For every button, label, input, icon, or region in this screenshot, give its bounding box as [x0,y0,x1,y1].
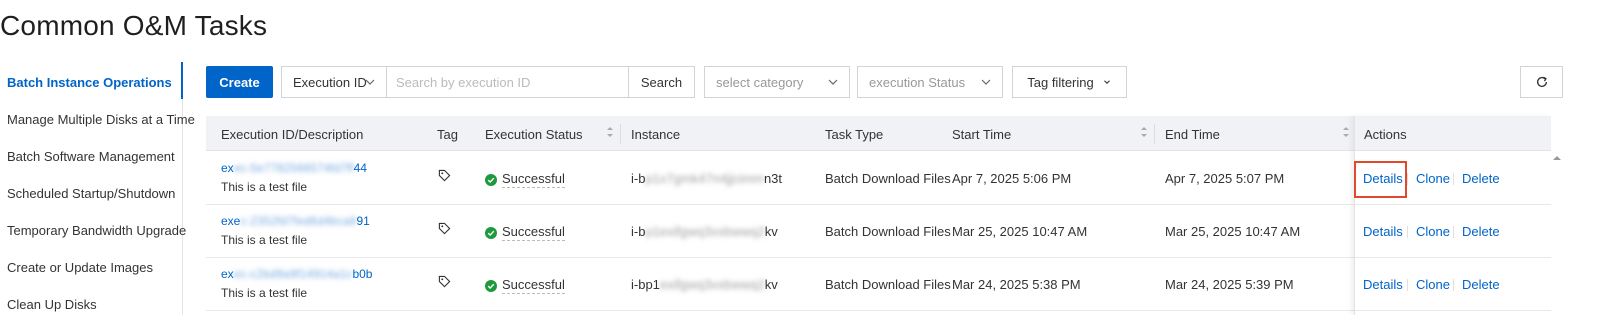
table-row: exec-c2bd9a9f14914a1cb0b This is a test … [206,258,1551,311]
status-placeholder: execution Status [869,74,966,90]
tag-icon[interactable] [438,222,451,235]
sidebar-item-scheduled-startup-shutdown[interactable]: Scheduled Startup/Shutdown [7,186,175,201]
instance-id-redacted: p1x7gmk47n4jjcimm [645,171,764,186]
end-time: Apr 7, 2025 5:07 PM [1165,171,1285,186]
search-button[interactable]: Search [628,66,695,98]
category-select[interactable]: select category [704,66,850,98]
scroll-up-arrow-icon[interactable] [1551,153,1563,163]
column-header-instance: Instance [631,127,681,142]
refresh-icon [1536,76,1547,87]
status-select[interactable]: execution Status [857,66,1003,98]
table-scrollbar[interactable] [1551,151,1563,311]
execution-id-suffix: 91 [356,214,370,228]
success-check-icon [485,173,497,186]
column-header-end-time: End Time [1165,127,1220,142]
chevron-down-icon [981,79,991,85]
filter-field-value: Execution ID [293,74,367,90]
instance-id[interactable]: i-bp1exifgwq3vxbwwq2kv [631,224,778,239]
sidebar-item-clean-up-disks[interactable]: Clean Up Disks [7,297,97,312]
execution-description: This is a test file [221,286,308,300]
details-highlight-box [1354,161,1407,198]
tag-icon[interactable] [438,275,451,288]
page-title: Common O&M Tasks [0,10,268,41]
status-label[interactable]: Successful [502,171,565,188]
start-time: Apr 7, 2025 5:06 PM [952,171,1072,186]
instance-id-redacted: exifgwq3vxbwwq2 [659,277,765,292]
column-header-start-time: Start Time [952,127,1012,142]
status-label[interactable]: Successful [502,224,565,241]
status-cell: Successful [485,171,565,188]
execution-id-prefix: ex [221,267,234,281]
status-label[interactable]: Successful [502,277,565,294]
status-cell: Successful [485,224,565,241]
execution-id-link[interactable]: exec-c2bd9a9f14914a1cb0b [221,267,372,281]
tag-filtering-button[interactable]: Tag filtering [1012,66,1127,98]
create-button[interactable]: Create [206,66,273,98]
instance-id-prefix: i-bp1 [631,277,660,292]
column-header-status: Execution Status [485,127,583,142]
column-header-execution-id: Execution ID/Description [221,127,364,142]
column-divider [620,124,621,144]
end-time: Mar 25, 2025 10:47 AM [1165,224,1301,239]
sidebar-item-batch-software-management[interactable]: Batch Software Management [7,149,175,164]
execution-description: This is a test file [221,233,308,247]
category-placeholder: select category [716,74,804,90]
execution-id-suffix: 44 [353,161,367,175]
sidebar-item-manage-multiple-disks[interactable]: Manage Multiple Disks at a Time [7,112,195,127]
sidebar-item-batch-instance-operations[interactable]: Batch Instance Operations [7,75,172,90]
chevron-down-icon [1103,80,1110,85]
start-time: Mar 25, 2025 10:47 AM [952,224,1088,239]
execution-id-suffix: b0b [352,267,373,281]
execution-id-link[interactable]: exec-5e7782566574fd7ff44 [221,161,367,175]
execution-id-prefix: exe [221,214,241,228]
sort-icon[interactable] [1342,125,1350,139]
sidebar-active-indicator [181,62,183,99]
start-time: Mar 24, 2025 5:38 PM [952,277,1081,292]
sidebar-item-create-update-images[interactable]: Create or Update Images [7,260,153,275]
task-type: Batch Download Files [825,277,951,292]
chevron-down-icon [828,79,838,85]
table-row: exec-5e7782566574fd7ff44 This is a test … [206,152,1551,205]
instance-id-suffix: n3t [763,171,783,186]
success-check-icon [485,279,497,292]
column-divider [1154,124,1155,144]
instance-id-redacted: p1exifgwq3vxbwwq2 [645,224,765,239]
table-header: Execution ID/Description Tag Execution S… [206,116,1551,151]
instance-id-suffix: kv [764,224,778,239]
sort-icon[interactable] [1140,125,1148,139]
instance-id-prefix: i-b [631,171,646,186]
instance-id[interactable]: i-bp1x7gmk47n4jjcimmn3t [631,171,782,186]
status-cell: Successful [485,277,565,294]
success-check-icon [485,226,497,239]
actions-column-sticky [1354,116,1551,315]
refresh-button[interactable] [1520,66,1563,98]
column-header-tag: Tag [437,127,458,142]
search-input[interactable] [387,66,629,98]
execution-description: This is a test file [221,180,308,194]
column-header-task-type: Task Type [825,127,884,142]
sort-icon[interactable] [606,125,614,139]
tag-filtering-label: Tag filtering [1027,74,1094,90]
instance-id-prefix: i-b [631,224,646,239]
execution-id-redacted: ec-5e7782566574fd7ff [233,161,354,175]
instance-id-suffix: kv [764,277,778,292]
execution-id-link[interactable]: exec-2352fd7fed6d4bca891 [221,214,370,228]
table-row: exec-2352fd7fed6d4bca891 This is a test … [206,205,1551,258]
execution-id-prefix: ex [221,161,234,175]
task-type: Batch Download Files [825,171,951,186]
task-type: Batch Download Files [825,224,951,239]
execution-id-redacted: c-2352fd7fed6d4bca8 [240,214,357,228]
instance-id[interactable]: i-bp1exifgwq3vxbwwq2kv [631,277,778,292]
tag-icon[interactable] [438,169,451,182]
filter-field-select[interactable]: Execution ID [281,66,387,98]
execution-id-redacted: ec-c2bd9a9f14914a1c [233,267,353,281]
end-time: Mar 24, 2025 5:39 PM [1165,277,1294,292]
chevron-down-icon [365,79,375,85]
sidebar-item-temporary-bandwidth-upgrade[interactable]: Temporary Bandwidth Upgrade [7,223,186,238]
